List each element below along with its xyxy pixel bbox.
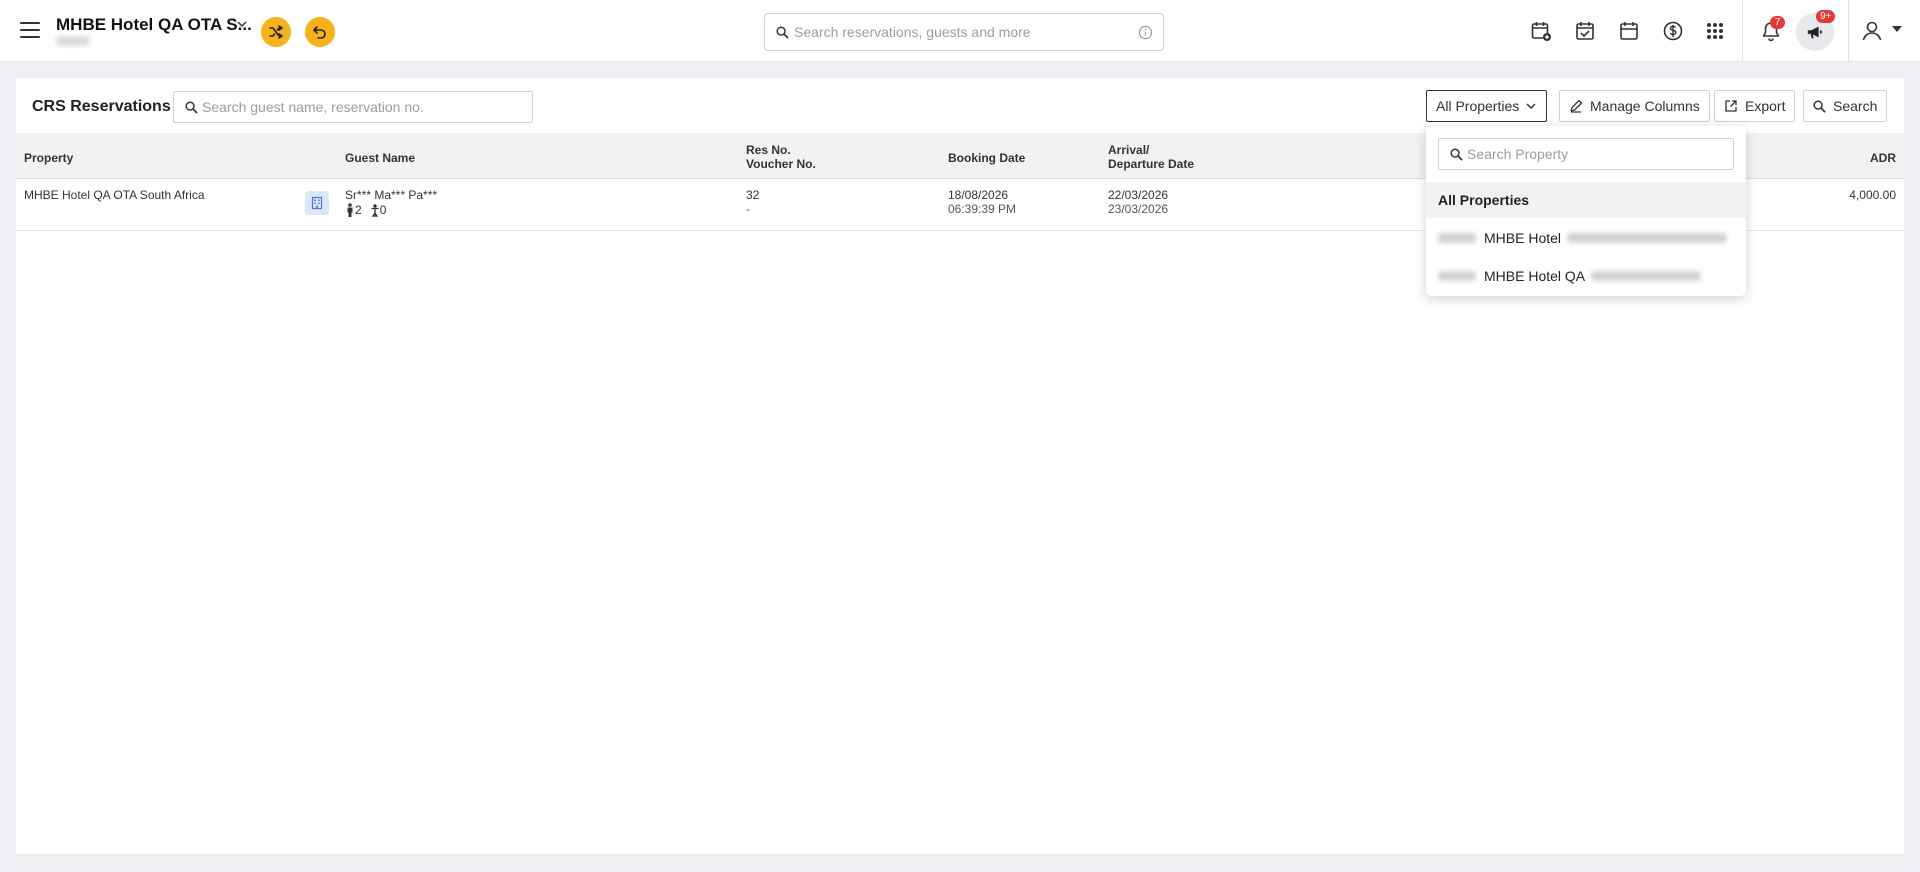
row-guest: Sr*** Ma*** Pa*** 2 0	[345, 188, 437, 217]
menu-icon[interactable]	[20, 22, 40, 38]
hotel-code-redacted	[56, 36, 90, 46]
manage-columns-label: Manage Columns	[1590, 98, 1700, 114]
redacted-property-name	[1591, 271, 1702, 281]
redacted-property-code	[1438, 233, 1476, 243]
search-icon	[1813, 99, 1826, 112]
property-dropdown: All Properties MHBE Hotel MHBE Hotel QA	[1426, 126, 1746, 296]
child-icon	[371, 204, 379, 217]
col-booking-date[interactable]: Booking Date	[948, 151, 1025, 165]
manage-columns-button[interactable]: Manage Columns	[1559, 90, 1710, 122]
undo-button[interactable]	[305, 17, 335, 47]
property-option[interactable]: MHBE Hotel QA	[1426, 258, 1746, 294]
divider	[1848, 0, 1849, 62]
col-res-no-label: Res No.	[746, 143, 791, 157]
property-option-label: MHBE Hotel	[1484, 230, 1562, 246]
chevron-down-icon	[1526, 103, 1536, 110]
undo-icon	[313, 26, 326, 39]
row-stay-dates: 22/03/2026 23/03/2026	[1108, 188, 1168, 216]
search-icon	[1450, 148, 1463, 161]
export-button[interactable]: Export	[1714, 90, 1796, 122]
col-departure-label: Departure Date	[1108, 157, 1195, 171]
calendar-add-icon[interactable]	[1530, 20, 1552, 42]
property-option-label: MHBE Hotel QA	[1484, 268, 1586, 284]
search-button[interactable]: Search	[1803, 90, 1888, 122]
chevron-down-icon[interactable]	[236, 18, 248, 30]
row-res-no: 32 -	[746, 188, 759, 216]
redacted-property-code	[1438, 271, 1476, 281]
all-properties-label: All Properties	[1436, 98, 1520, 114]
user-icon[interactable]	[1860, 19, 1884, 43]
col-guest-name[interactable]: Guest Name	[345, 151, 415, 165]
reservation-search	[173, 91, 533, 123]
switch-property-button[interactable]	[261, 17, 291, 47]
search-icon	[776, 26, 789, 39]
page-title: CRS Reservations	[32, 98, 171, 115]
row-adr: 4,000.00	[1849, 188, 1896, 202]
divider	[1742, 0, 1743, 62]
col-arrival-departure[interactable]: Arrival/ Departure Date	[1108, 143, 1194, 171]
row-arrival-date: 22/03/2026	[1108, 188, 1169, 202]
search-button-label: Search	[1833, 98, 1878, 114]
global-search	[764, 13, 1164, 51]
calendar-icon[interactable]	[1618, 20, 1640, 42]
reservation-search-input[interactable]	[202, 92, 522, 122]
apps-grid-icon[interactable]	[1704, 20, 1726, 42]
row-guest-name: Sr*** Ma*** Pa***	[345, 188, 438, 202]
col-adr[interactable]: ADR	[1870, 151, 1896, 165]
adult-icon	[347, 203, 353, 217]
col-res-no[interactable]: Res No. Voucher No.	[746, 143, 816, 171]
row-booking-date-value: 18/08/2026	[948, 188, 1009, 202]
caret-down-icon[interactable]	[1892, 26, 1902, 34]
row-adults: 2	[355, 203, 362, 217]
row-booking-time: 06:39:39 PM	[948, 202, 1017, 216]
redacted-property-name	[1567, 233, 1728, 243]
property-info-button[interactable]	[305, 191, 329, 215]
export-icon	[1725, 100, 1737, 112]
edit-icon	[1570, 99, 1583, 113]
export-label: Export	[1745, 98, 1786, 114]
search-icon	[185, 101, 198, 114]
property-option-label: All Properties	[1438, 192, 1530, 208]
property-option[interactable]: MHBE Hotel	[1426, 220, 1746, 256]
row-voucher-no: -	[746, 202, 750, 216]
megaphone-icon	[1807, 26, 1822, 39]
row-booking-date: 18/08/2026 06:39:39 PM	[948, 188, 1016, 216]
col-property[interactable]: Property	[24, 151, 73, 165]
col-arrival-label: Arrival/	[1108, 143, 1150, 157]
building-icon	[311, 196, 323, 210]
all-properties-button[interactable]: All Properties	[1426, 90, 1548, 122]
notifications-badge: 7	[1770, 16, 1785, 29]
shuffle-icon	[269, 25, 283, 39]
property-search	[1438, 138, 1734, 170]
row-property: MHBE Hotel QA OTA South Africa	[24, 188, 205, 202]
property-search-input[interactable]	[1467, 139, 1727, 169]
row-res-no-value: 32	[746, 188, 760, 202]
property-option-all[interactable]: All Properties	[1426, 182, 1746, 218]
row-occupancy: 2 0	[345, 203, 437, 217]
col-voucher-no-label: Voucher No.	[746, 157, 816, 171]
hotel-selector[interactable]: MHBE Hotel QA OTA S...	[56, 15, 252, 35]
row-children: 0	[379, 203, 387, 217]
calendar-check-icon[interactable]	[1574, 20, 1596, 42]
info-icon[interactable]	[1138, 25, 1153, 40]
row-departure-date: 23/03/2026	[1108, 202, 1169, 216]
global-search-input[interactable]	[794, 14, 1124, 50]
top-bar: MHBE Hotel QA OTA S... 7	[0, 0, 1920, 62]
announcements-badge: 9+	[1816, 10, 1836, 23]
dollar-icon[interactable]	[1662, 20, 1684, 42]
